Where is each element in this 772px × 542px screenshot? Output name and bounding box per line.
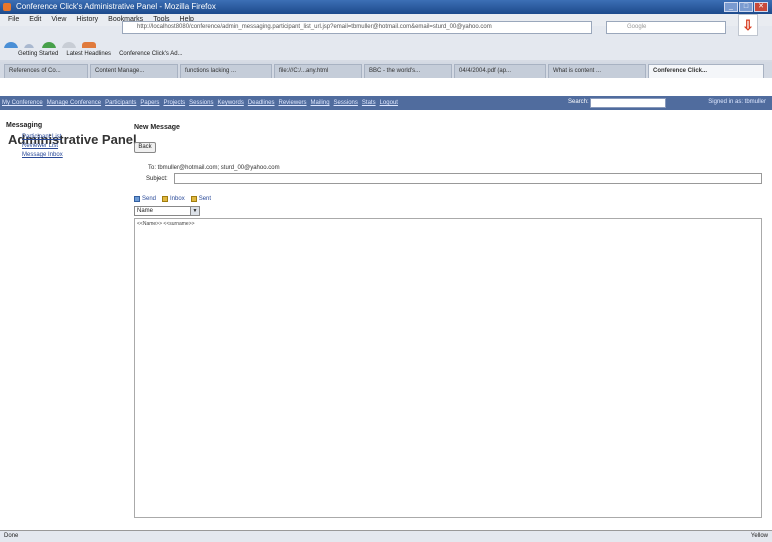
nav-link[interactable]: Sessions: [334, 100, 358, 106]
sidebar-item-participant-list[interactable]: Participant List: [22, 133, 118, 142]
nav-link[interactable]: Reviewers: [279, 100, 307, 106]
minimize-button[interactable]: _: [724, 2, 738, 12]
signed-in-text: Signed in as: tbmuller: [708, 99, 766, 105]
nav-link[interactable]: Participants: [105, 100, 136, 106]
nav-link[interactable]: Stats: [362, 100, 376, 106]
nav-link[interactable]: Deadlines: [248, 100, 275, 106]
inbox-label: Inbox: [170, 196, 185, 202]
status-bar: Done Yellow: [0, 530, 772, 542]
sidebar: Messaging Participant List Reviewer List…: [6, 122, 118, 160]
nav-link[interactable]: Manage Conference: [47, 100, 101, 106]
nav-link[interactable]: Sessions: [189, 100, 213, 106]
menu-history[interactable]: History: [76, 14, 98, 26]
tab-bar: References of Co... Content Manage... fu…: [0, 62, 772, 78]
menu-file[interactable]: File: [8, 14, 19, 26]
tab[interactable]: Content Manage...: [90, 64, 178, 78]
menu-edit[interactable]: Edit: [29, 14, 41, 26]
nav-link[interactable]: Keywords: [217, 100, 243, 106]
message-editor[interactable]: <<Name>> <<surname>>: [134, 218, 762, 518]
send-icon: [134, 196, 140, 202]
nav-link[interactable]: My Conference: [2, 100, 43, 106]
recipients-text: To: tbmuller@hotmail.com; sturd_00@yahoo…: [148, 165, 280, 171]
sidebar-item-reviewer-list[interactable]: Reviewer List: [22, 142, 118, 151]
sidebar-heading: Messaging: [6, 122, 43, 129]
tab[interactable]: 04/4/2004.pdf (ap...: [454, 64, 546, 78]
font-select-value: Name: [137, 208, 154, 214]
compose-toolbar: Send Inbox Sent: [134, 196, 211, 202]
nav-link[interactable]: Logout: [380, 100, 398, 106]
tab[interactable]: What is content ...: [548, 64, 646, 78]
sent-label: Sent: [198, 196, 212, 202]
firefox-icon: [3, 3, 11, 11]
maximize-button[interactable]: □: [739, 2, 753, 12]
bookmark-item[interactable]: Getting Started: [18, 48, 58, 60]
sidebar-item-message-inbox[interactable]: Message Inbox: [22, 151, 118, 160]
search-input[interactable]: Google: [606, 21, 726, 34]
tab[interactable]: References of Co...: [4, 64, 88, 78]
font-select[interactable]: Name ▼: [134, 206, 200, 216]
inbox-button[interactable]: Inbox: [162, 196, 185, 202]
window-titlebar: Conference Click's Administrative Panel …: [0, 0, 772, 14]
nav-link[interactable]: Papers: [140, 100, 159, 106]
admin-search-input[interactable]: [590, 98, 666, 108]
status-indicator: Yellow: [750, 533, 768, 539]
tab-active[interactable]: Conference Click...: [648, 64, 764, 78]
search-label: Search:: [568, 99, 589, 105]
window-controls: _ □ ✕: [724, 2, 768, 12]
chevron-down-icon[interactable]: ▼: [190, 207, 199, 215]
bookmarks-toolbar: Getting Started Latest Headlines Confere…: [0, 48, 772, 60]
status-text: Done: [4, 533, 19, 539]
sent-button[interactable]: Sent: [190, 196, 212, 202]
menu-view[interactable]: View: [51, 14, 66, 26]
close-button[interactable]: ✕: [754, 2, 768, 12]
bookmark-item[interactable]: Conference Click's Ad...: [119, 48, 183, 60]
subject-label: Subject:: [146, 176, 168, 182]
tab[interactable]: BBC - the world's...: [364, 64, 452, 78]
folder-icon: [190, 196, 197, 202]
nav-link[interactable]: Mailing: [311, 100, 330, 106]
send-label: Send: [142, 196, 157, 202]
tab[interactable]: functions lacking ...: [180, 64, 272, 78]
window-title: Conference Click's Administrative Panel …: [16, 2, 216, 11]
url-input[interactable]: http://localhost8080/conference/admin_me…: [122, 21, 592, 34]
send-button[interactable]: Send: [134, 196, 156, 202]
compose-heading: New Message: [134, 124, 180, 131]
folder-icon: [162, 196, 169, 202]
subject-input[interactable]: [174, 173, 762, 184]
back-button[interactable]: Back: [134, 142, 156, 153]
admin-nav: My Conference Manage Conference Particip…: [0, 96, 772, 110]
nav-link[interactable]: Projects: [163, 100, 185, 106]
tab[interactable]: file:///C:/...any.html: [274, 64, 362, 78]
bookmark-item[interactable]: Latest Headlines: [66, 48, 111, 60]
editor-text: <<Name>> <<surname>>: [137, 221, 195, 227]
download-icon[interactable]: ⇩: [738, 14, 758, 36]
